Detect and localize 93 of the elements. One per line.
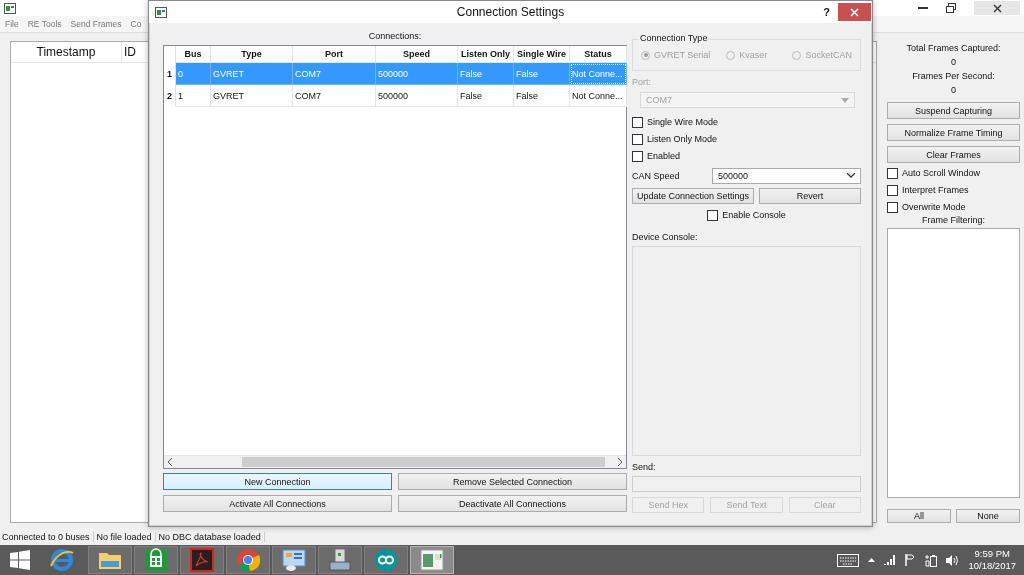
checkbox[interactable] bbox=[632, 150, 643, 162]
radio-label: Kvaser bbox=[739, 50, 768, 60]
shopping-bag-icon bbox=[143, 548, 169, 572]
menu-item[interactable]: RE Tools bbox=[27, 19, 62, 29]
checkbox-label: Single Wire Mode bbox=[647, 117, 719, 127]
scrollbar[interactable] bbox=[164, 455, 626, 468]
status-text: No DBC database loaded bbox=[158, 532, 265, 542]
checkbox-label: Overwrite Mode bbox=[902, 202, 966, 212]
signal-icon[interactable] bbox=[884, 555, 897, 565]
table-cell[interactable]: False bbox=[514, 85, 570, 107]
dialog-button[interactable]: Remove Selected Connection bbox=[398, 473, 627, 490]
close-icon bbox=[992, 3, 1002, 13]
filter-button[interactable]: All bbox=[887, 509, 951, 523]
checkbox-label: Interpret Frames bbox=[902, 185, 969, 195]
checkbox[interactable] bbox=[887, 201, 898, 213]
scroll-left-icon[interactable] bbox=[167, 458, 173, 466]
speed-dropdown[interactable]: 500000 bbox=[712, 167, 861, 184]
start-icon[interactable] bbox=[10, 550, 30, 570]
panel-button[interactable]: Normalize Frame Timing bbox=[887, 124, 1020, 141]
checkbox-label: Auto Scroll Window bbox=[902, 168, 981, 178]
status-text: Connected to 0 buses bbox=[2, 532, 94, 542]
clock-date[interactable]: 10/18/2017 bbox=[968, 560, 1016, 572]
menu-item[interactable]: File bbox=[5, 19, 19, 29]
taskbar-button[interactable] bbox=[410, 546, 454, 574]
table-cell[interactable]: 1 bbox=[176, 85, 211, 107]
window-title: Connection Settings bbox=[456, 5, 565, 19]
row-number[interactable]: 2 bbox=[164, 85, 176, 107]
status-text: No file loaded bbox=[96, 532, 156, 542]
taskbar-button[interactable] bbox=[134, 546, 178, 574]
help-button[interactable]: ? bbox=[823, 6, 830, 18]
taskbar-button[interactable] bbox=[226, 546, 270, 574]
keyboard-icon[interactable] bbox=[837, 553, 860, 567]
radio-label: SocketCAN bbox=[805, 50, 852, 60]
machine-icon bbox=[327, 548, 353, 572]
taskbar-button[interactable] bbox=[318, 546, 362, 574]
table-cell[interactable]: Not Conne... bbox=[570, 85, 627, 107]
flag-icon[interactable] bbox=[905, 554, 917, 566]
stat-label: Frames Per Second: bbox=[911, 70, 996, 83]
checkbox[interactable] bbox=[887, 167, 898, 179]
checkbox[interactable] bbox=[632, 133, 643, 145]
taskbar-button[interactable] bbox=[180, 546, 224, 574]
dashboard-icon bbox=[281, 548, 307, 572]
console-label: Device Console: bbox=[632, 232, 699, 244]
port-label: Port: bbox=[632, 77, 652, 89]
dialog-button[interactable]: Revert bbox=[759, 188, 861, 204]
volume-icon[interactable] bbox=[946, 554, 960, 566]
checkbox[interactable] bbox=[887, 184, 898, 196]
table-cell[interactable]: GVRET bbox=[211, 85, 293, 107]
clock-time[interactable]: 9:59 PM bbox=[974, 548, 1010, 560]
checkbox[interactable] bbox=[707, 209, 719, 221]
dialog-button[interactable]: Activate All Connections bbox=[163, 495, 392, 512]
table-cell[interactable]: False bbox=[458, 85, 514, 107]
taskbar-button[interactable] bbox=[88, 546, 132, 574]
stat-value: 0 bbox=[950, 56, 957, 69]
battery-icon[interactable] bbox=[925, 553, 938, 567]
round-logo-icon bbox=[235, 548, 261, 572]
taskbar-button[interactable] bbox=[272, 546, 316, 574]
dialog-button[interactable]: New Connection bbox=[163, 473, 392, 490]
close-icon bbox=[850, 7, 859, 17]
menu-item[interactable]: Co bbox=[130, 19, 142, 29]
group-title: Connection Type bbox=[639, 33, 709, 43]
panel-button[interactable]: Clear Frames bbox=[887, 146, 1020, 163]
caret-up-icon[interactable] bbox=[868, 558, 876, 562]
checkbox-label: Listen Only Mode bbox=[647, 134, 718, 144]
menu-item[interactable]: Send Frames bbox=[70, 19, 122, 29]
radio-label: GVRET Serial bbox=[654, 50, 711, 60]
checkbox[interactable] bbox=[632, 116, 643, 128]
table-cell[interactable]: 500000 bbox=[376, 85, 458, 107]
scroll-right-icon[interactable] bbox=[617, 458, 623, 466]
checkbox-label: Enable Console bbox=[722, 210, 786, 220]
document-icon bbox=[189, 548, 215, 572]
close-button[interactable] bbox=[838, 3, 871, 21]
dialog-button[interactable]: Deactivate All Connections bbox=[398, 495, 627, 512]
app-icon bbox=[155, 6, 167, 18]
stat-value: 0 bbox=[950, 84, 957, 97]
speed-label: CAN Speed bbox=[632, 170, 681, 181]
row-number[interactable]: 1 bbox=[164, 63, 176, 85]
table-cell[interactable]: COM7 bbox=[293, 85, 376, 107]
filter-button[interactable]: None bbox=[956, 509, 1020, 523]
taskbar-button[interactable] bbox=[364, 546, 408, 574]
stat-label: Total Frames Captured: bbox=[905, 42, 1002, 55]
dialog-button[interactable]: Update Connection Settings bbox=[632, 188, 755, 204]
filter-label: Frame Filtering: bbox=[921, 214, 986, 227]
window-icon bbox=[419, 548, 445, 572]
column-header[interactable]: Timestamp bbox=[11, 42, 122, 62]
maximize-icon[interactable] bbox=[946, 3, 956, 13]
panel-button[interactable]: Suspend Capturing bbox=[887, 102, 1020, 119]
send-label: Send: bbox=[632, 462, 657, 474]
section-label: Connections: bbox=[367, 31, 423, 43]
infinity-icon bbox=[373, 548, 399, 572]
close-button[interactable] bbox=[974, 1, 1020, 15]
browser-icon bbox=[49, 548, 75, 572]
checkbox-label: Enabled bbox=[647, 151, 681, 161]
